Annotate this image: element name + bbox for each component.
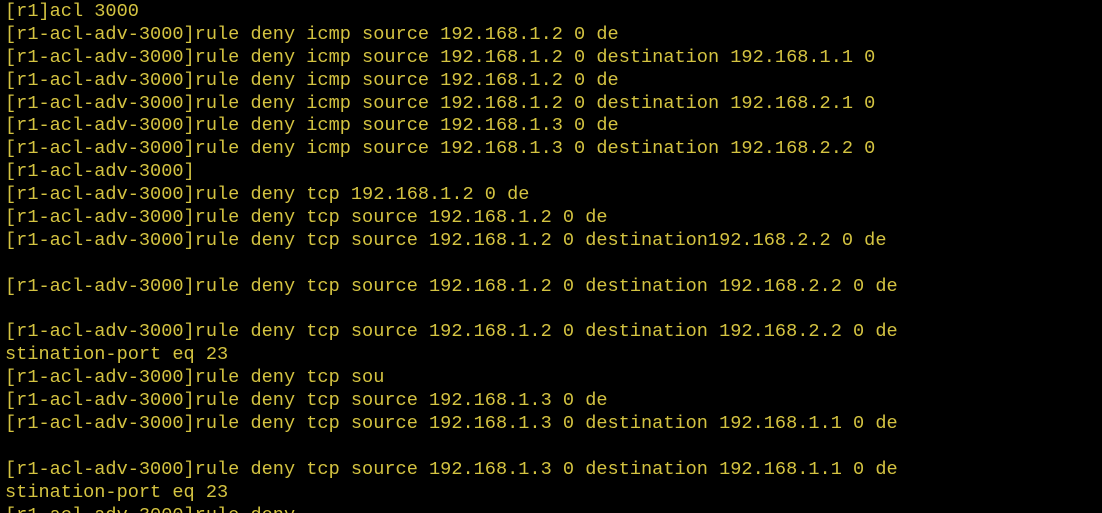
- terminal-line: [r1-acl-adv-3000]rule deny tcp source 19…: [5, 275, 898, 297]
- terminal-line: [r1]acl 3000: [5, 1, 139, 22]
- terminal-line: [r1-acl-adv-3000]rule deny icmp source 1…: [5, 115, 619, 137]
- terminal-line: [r1-acl-adv-3000]rule deny tcp source 19…: [5, 458, 898, 480]
- terminal-line-partial: [r1-acl-adv-3000]rule deny: [5, 505, 1102, 513]
- terminal-line: [r1-acl-adv-3000]rule deny tcp source 19…: [5, 413, 898, 435]
- terminal-line: [r1-acl-adv-3000]: [5, 161, 195, 183]
- terminal-line: [r1-acl-adv-3000]rule deny tcp source 19…: [5, 321, 898, 343]
- terminal-line: stination-port eq 23: [5, 481, 229, 503]
- terminal-line: [r1-acl-adv-3000]rule deny tcp sou: [5, 367, 385, 389]
- terminal-line: [r1-acl-adv-3000]rule deny icmp source 1…: [5, 69, 619, 91]
- terminal-line: [r1-acl-adv-3000]rule deny icmp source 1…: [5, 92, 876, 114]
- terminal-line: [r1-acl-adv-3000]rule deny icmp source 1…: [5, 23, 619, 45]
- terminal-line: [r1-acl-adv-3000]rule deny tcp source 19…: [5, 229, 887, 251]
- terminal-line: [r1-acl-adv-3000]rule deny icmp source 1…: [5, 46, 876, 68]
- terminal-line: [r1-acl-adv-3000]rule deny icmp source 1…: [5, 138, 876, 160]
- terminal-window[interactable]: [r1]acl 3000 [r1-acl-adv-3000]rule deny …: [0, 0, 1102, 513]
- terminal-line: [r1-acl-adv-3000]rule deny tcp source 19…: [5, 390, 608, 412]
- terminal-line: stination-port eq 23: [5, 344, 229, 366]
- terminal-line: [r1-acl-adv-3000]rule deny tcp 192.168.1…: [5, 184, 530, 206]
- terminal-line: [r1-acl-adv-3000]rule deny tcp source 19…: [5, 207, 608, 229]
